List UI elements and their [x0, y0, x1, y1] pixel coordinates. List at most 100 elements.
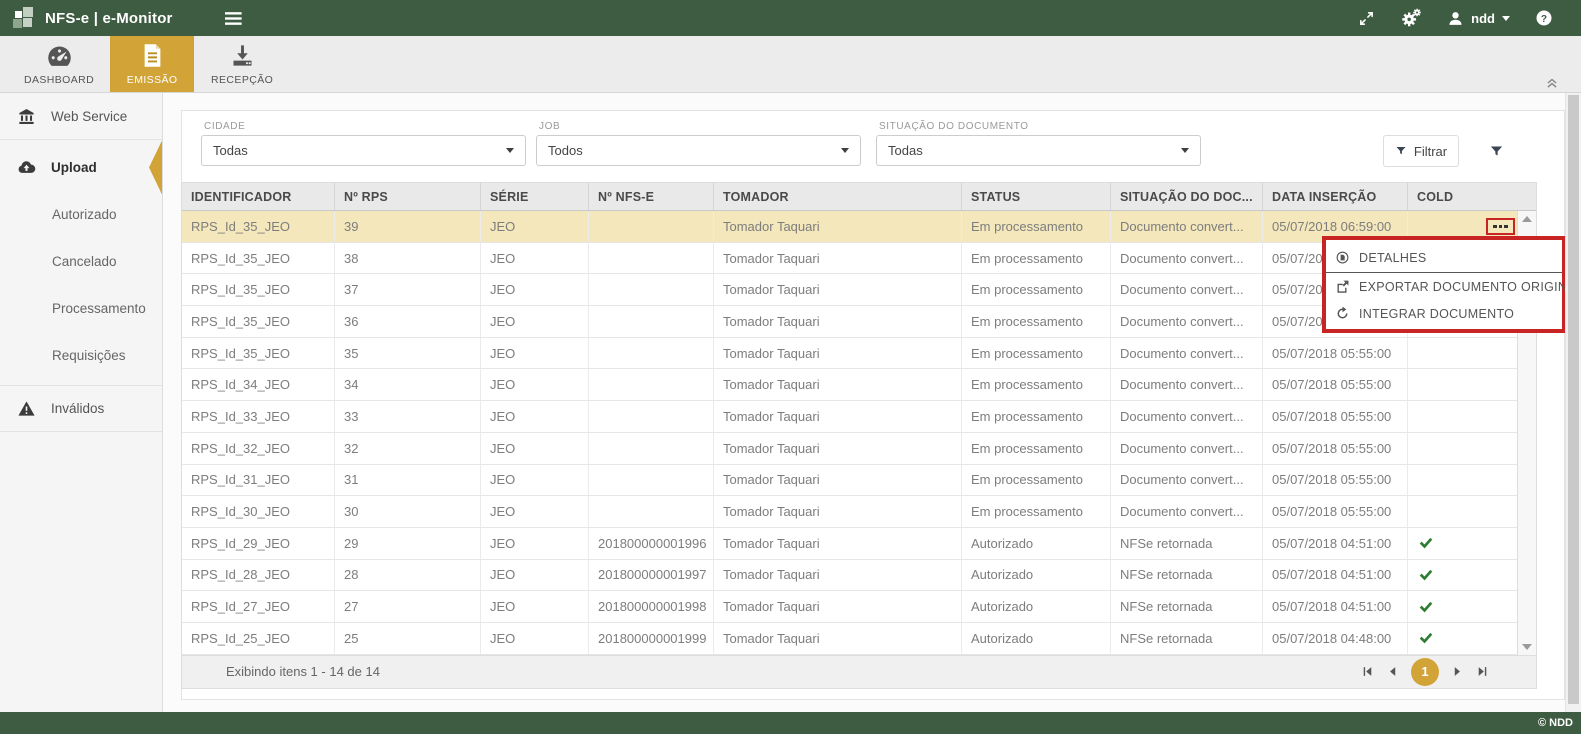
- filter-select-situac-a-o-do-documento[interactable]: Todas: [876, 135, 1201, 166]
- next-page-button[interactable]: [1451, 665, 1464, 678]
- tab-recepc-a-o[interactable]: RECEPÇÃO: [200, 36, 284, 92]
- table-row[interactable]: RPS_Id_28_JEO28JEO201800000001997Tomador…: [182, 560, 1536, 592]
- current-page-button[interactable]: 1: [1411, 658, 1439, 686]
- cell-serie: JEO: [481, 306, 589, 337]
- cell-situacao: Documento convert...: [1111, 306, 1263, 337]
- filter-selected-value: Todas: [213, 143, 248, 158]
- cell-serie: JEO: [481, 433, 589, 464]
- page-body: Web Service Upload Autorizado Cancelado Proc…: [0, 93, 1581, 712]
- svg-text:?: ?: [1541, 14, 1547, 25]
- cell-status: Autorizado: [962, 591, 1111, 622]
- download-icon: [229, 42, 256, 69]
- chevron-down-icon: [1502, 16, 1510, 21]
- cell-data-insercao: 05/07/2018 05:55:00: [1263, 369, 1408, 400]
- cell-n-rps: 35: [335, 338, 481, 369]
- first-page-button[interactable]: [1361, 665, 1374, 678]
- column-header-status[interactable]: STATUS: [962, 183, 1111, 210]
- table-row[interactable]: RPS_Id_32_JEO32JEOTomador TaquariEm proc…: [182, 433, 1536, 465]
- filter-select-cidade[interactable]: Todas: [201, 135, 526, 166]
- column-header-identificador[interactable]: IDENTIFICADOR: [182, 183, 335, 210]
- table-row[interactable]: RPS_Id_34_JEO34JEOTomador TaquariEm proc…: [182, 369, 1536, 401]
- table-footer: Exibindo itens 1 - 14 de 14 1: [182, 655, 1536, 688]
- collapse-panel-chevron-icon[interactable]: [1545, 76, 1559, 90]
- hamburger-menu-icon[interactable]: [225, 9, 244, 28]
- menu-item-label: EXPORTAR DOCUMENTO ORIGINAL: [1359, 280, 1581, 294]
- cell-n-rps: 29: [335, 528, 481, 559]
- cell-data-insercao: 05/07/2018 04:51:00: [1263, 528, 1408, 559]
- column-header-cold[interactable]: COLD: [1408, 183, 1518, 210]
- previous-page-button[interactable]: [1386, 665, 1399, 678]
- cell-situacao: Documento convert...: [1111, 433, 1263, 464]
- cell-tomador: Tomador Taquari: [714, 243, 962, 274]
- sidebar-item-label: Web Service: [51, 109, 127, 124]
- cell-serie: JEO: [481, 338, 589, 369]
- table-row[interactable]: RPS_Id_30_JEO30JEOTomador TaquariEm proc…: [182, 496, 1536, 528]
- filter-select-job[interactable]: Todos: [536, 135, 861, 166]
- last-page-button[interactable]: [1476, 665, 1489, 678]
- column-header-situac-a-o-do-doc[interactable]: SITUAÇÃO DO DOC...: [1111, 183, 1263, 210]
- cell-n-rps: 37: [335, 274, 481, 305]
- cell-tomador: Tomador Taquari: [714, 591, 962, 622]
- sidebar-item-label: Autorizado: [52, 207, 117, 222]
- table-row[interactable]: RPS_Id_27_JEO27JEO201800000001998Tomador…: [182, 591, 1536, 623]
- row-actions-button[interactable]: [1486, 218, 1515, 235]
- user-menu[interactable]: ndd: [1447, 10, 1510, 27]
- sidebar-item-cancelado[interactable]: Cancelado: [0, 238, 162, 285]
- scroll-down-icon[interactable]: [1522, 644, 1532, 650]
- filter-label: CIDADE: [204, 121, 526, 132]
- column-header-data-inserc-a-o[interactable]: DATA INSERÇÃO: [1263, 183, 1408, 210]
- table-row[interactable]: RPS_Id_29_JEO29JEO201800000001996Tomador…: [182, 528, 1536, 560]
- column-header-n-nfs-e[interactable]: Nº NFS-E: [589, 183, 714, 210]
- cell-n-nfse: [589, 401, 714, 432]
- cell-tomador: Tomador Taquari: [714, 401, 962, 432]
- menu-item-detalhes[interactable]: DETALHES: [1326, 243, 1562, 273]
- sidebar-item-web-service[interactable]: Web Service: [0, 93, 162, 140]
- cell-identificador: RPS_Id_28_JEO: [182, 560, 335, 591]
- menu-item-label: DETALHES: [1359, 251, 1426, 265]
- column-header-n-rps[interactable]: Nº RPS: [335, 183, 481, 210]
- cell-identificador: RPS_Id_31_JEO: [182, 465, 335, 496]
- sidebar-item-autorizado[interactable]: Autorizado: [0, 191, 162, 238]
- sidebar-item-label: Requisições: [52, 348, 126, 363]
- cell-tomador: Tomador Taquari: [714, 433, 962, 464]
- settings-gears-icon[interactable]: [1400, 7, 1422, 29]
- cell-cold: [1408, 560, 1518, 591]
- sidebar-item-processamento[interactable]: Processamento: [0, 285, 162, 332]
- column-header-se-rie[interactable]: SÉRIE: [481, 183, 589, 210]
- sidebar-item-inva-lidos[interactable]: Inválidos: [0, 385, 162, 432]
- table-row[interactable]: RPS_Id_31_JEO31JEOTomador TaquariEm proc…: [182, 465, 1536, 497]
- help-icon[interactable]: ?: [1535, 9, 1553, 27]
- sidebar-item-label: Inválidos: [51, 401, 104, 416]
- menu-item-integrar-documento[interactable]: INTEGRAR DOCUMENTO: [1326, 300, 1562, 327]
- column-header-tomador[interactable]: TOMADOR: [714, 183, 962, 210]
- cell-n-rps: 39: [335, 211, 481, 242]
- cell-serie: JEO: [481, 401, 589, 432]
- cell-n-rps: 36: [335, 306, 481, 337]
- sidebar-item-label: Processamento: [52, 301, 146, 316]
- tab-dashboard[interactable]: DASHBOARD: [14, 36, 104, 92]
- tab-label: DASHBOARD: [24, 74, 94, 86]
- fullscreen-icon[interactable]: [1358, 10, 1375, 27]
- cold-check-icon: [1417, 536, 1433, 550]
- cell-situacao: NFSe retornada: [1111, 560, 1263, 591]
- page-scrollbar-thumb[interactable]: [1568, 95, 1579, 704]
- cell-identificador: RPS_Id_34_JEO: [182, 369, 335, 400]
- menu-item-exportar-documento-original[interactable]: EXPORTAR DOCUMENTO ORIGINAL: [1326, 273, 1562, 300]
- sidebar-item-requisic-o-es[interactable]: Requisições: [0, 332, 162, 379]
- table-row[interactable]: RPS_Id_25_JEO25JEO201800000001999Tomador…: [182, 623, 1536, 655]
- filtrar-button-label: Filtrar: [1414, 144, 1447, 159]
- scroll-up-icon[interactable]: [1522, 216, 1532, 222]
- table-row[interactable]: RPS_Id_33_JEO33JEOTomador TaquariEm proc…: [182, 401, 1536, 433]
- content-panel: CIDADETodasJOBTodosSITUAÇÃO DO DOCUMENTO…: [181, 110, 1565, 700]
- cell-status: Autorizado: [962, 560, 1111, 591]
- filtrar-button[interactable]: Filtrar: [1383, 135, 1459, 167]
- tab-emissa-o[interactable]: EMISSÃO: [110, 36, 194, 92]
- toggle-filters-icon[interactable]: [1489, 144, 1504, 159]
- table-row[interactable]: RPS_Id_35_JEO35JEOTomador TaquariEm proc…: [182, 338, 1536, 370]
- cell-n-nfse: [589, 369, 714, 400]
- cell-n-nfse: [589, 465, 714, 496]
- cell-status: Em processamento: [962, 496, 1111, 527]
- sidebar-item-label: Upload: [51, 160, 97, 175]
- sidebar-item-upload[interactable]: Upload: [0, 144, 162, 191]
- page-scrollbar[interactable]: [1565, 93, 1581, 712]
